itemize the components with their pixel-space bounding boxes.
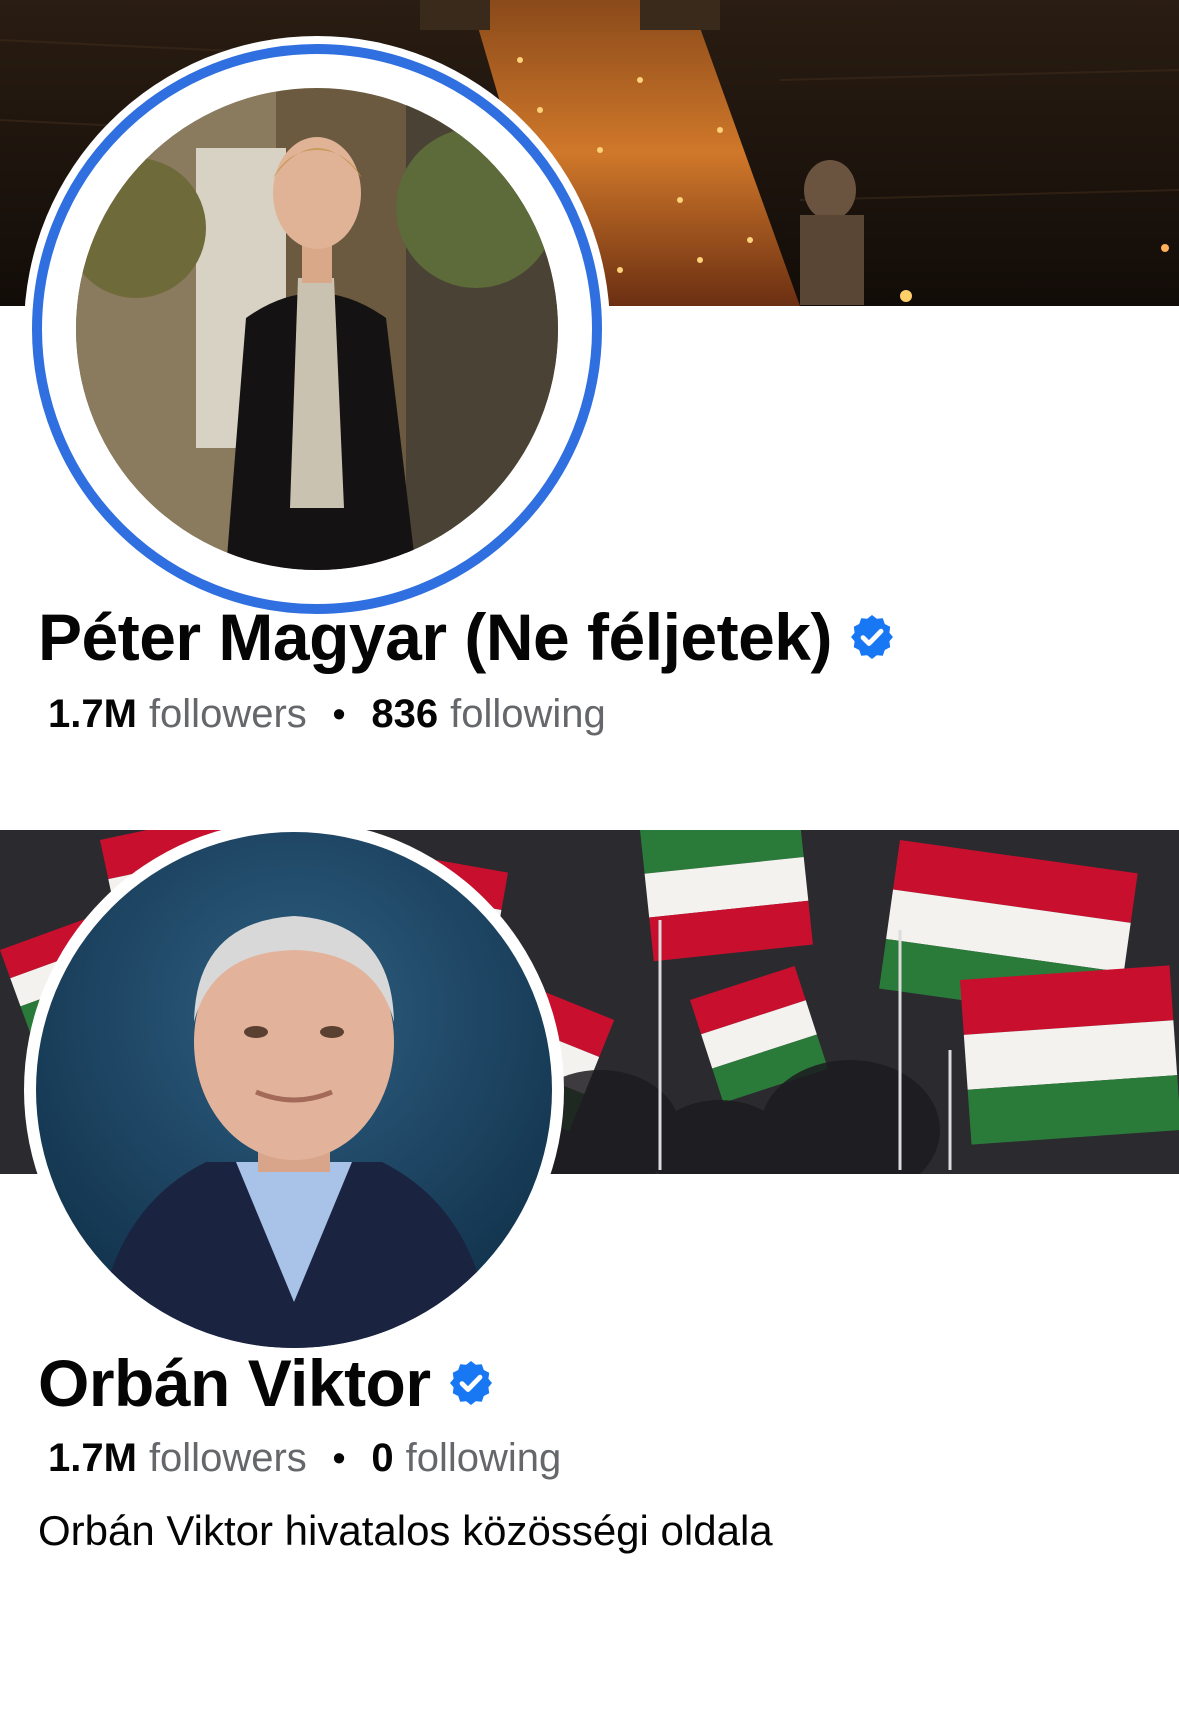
- following-count[interactable]: 836: [371, 694, 438, 734]
- following-label[interactable]: following: [450, 694, 606, 734]
- stats-separator: •: [332, 1437, 346, 1478]
- followers-count[interactable]: 1.7M: [48, 694, 137, 734]
- profile-name[interactable]: Péter Magyar (Ne féljetek): [38, 604, 833, 670]
- profile-name-row-1: Péter Magyar (Ne féljetek): [38, 604, 896, 670]
- verified-badge-icon: [851, 615, 893, 659]
- profile-photo-1: [76, 88, 558, 570]
- stats-separator: •: [332, 693, 346, 734]
- followers-label[interactable]: followers: [149, 694, 307, 734]
- profile-card-1: Péter Magyar (Ne féljetek) 1.7M follower…: [0, 0, 1179, 800]
- profile-stats-2: 1.7M followers • 0 following: [48, 1438, 561, 1478]
- profile-name-row-2: Orbán Viktor: [38, 1350, 495, 1416]
- profile-card-2: Orbán Viktor 1.7M followers • 0 followin…: [0, 820, 1179, 1732]
- followers-label[interactable]: followers: [149, 1438, 307, 1478]
- story-ring: [32, 44, 602, 614]
- followers-count[interactable]: 1.7M: [48, 1438, 137, 1478]
- verified-badge-icon: [449, 1361, 492, 1405]
- following-label[interactable]: following: [406, 1438, 562, 1478]
- profile-name[interactable]: Orbán Viktor: [38, 1350, 431, 1416]
- following-count[interactable]: 0: [371, 1438, 393, 1478]
- profile-bio: Orbán Viktor hivatalos közösségi oldala: [38, 1507, 773, 1554]
- profile-avatar-2[interactable]: [24, 820, 564, 1360]
- profile-stats-1: 1.7M followers • 836 following: [48, 694, 606, 734]
- profile-photo-2: [36, 832, 552, 1348]
- profile-avatar-1[interactable]: [24, 36, 610, 622]
